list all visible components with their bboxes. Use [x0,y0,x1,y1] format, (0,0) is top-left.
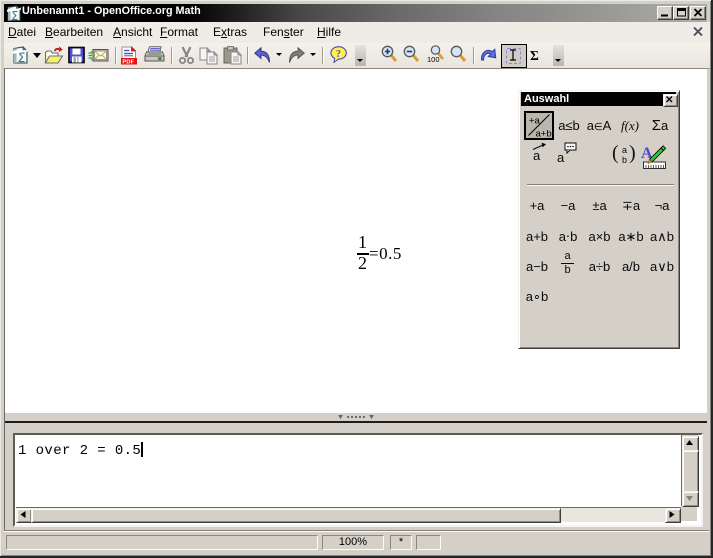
svg-text:+a: +a [529,116,541,127]
svg-text:?: ? [336,49,341,60]
svg-text:PDF: PDF [122,60,134,65]
svg-text:a+b: a+b [536,129,552,140]
svg-text:100: 100 [427,55,440,64]
